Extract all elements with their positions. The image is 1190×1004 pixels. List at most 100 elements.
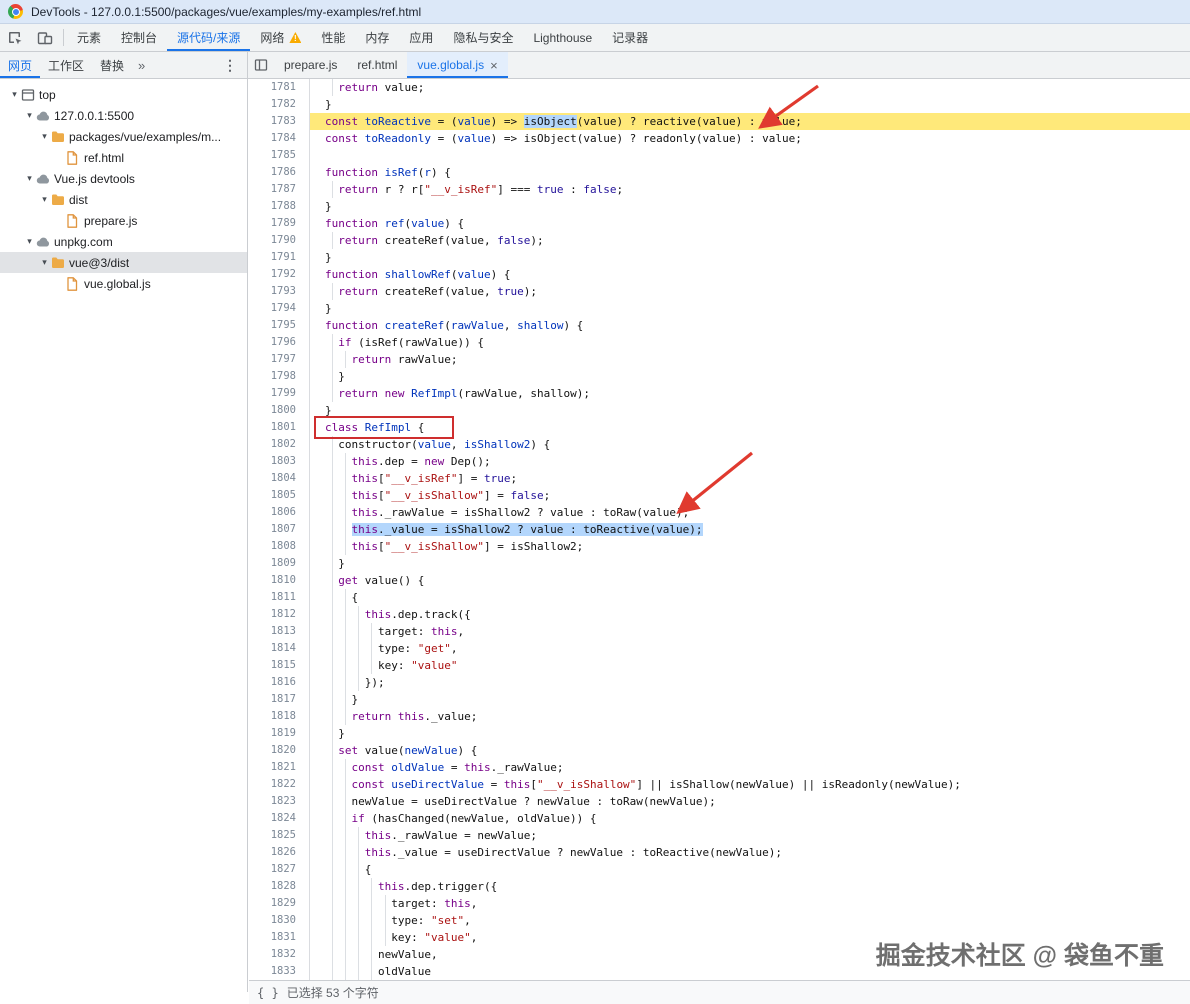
panel-tab-性能[interactable]: 性能 <box>311 24 355 51</box>
line-number[interactable]: 1783 <box>249 113 310 130</box>
code-editor[interactable]: 1781 return value; 1782} 1783 const toReact… <box>249 79 1190 980</box>
line-number[interactable]: 1781 <box>249 79 310 96</box>
code-line[interactable]: 1804 this["__v_isRef"] = true; <box>249 470 1190 487</box>
code-line[interactable]: 1783 const toReactive = (value) => isObje… <box>249 113 1190 130</box>
code-line[interactable]: 1826 this._value = useDirectValue ? newV… <box>249 844 1190 861</box>
line-number[interactable]: 1790 <box>249 232 310 249</box>
code-line[interactable]: 1829 target: this, <box>249 895 1190 912</box>
line-number[interactable]: 1798 <box>249 368 310 385</box>
code-line[interactable]: 1781 return value; <box>249 79 1190 96</box>
code-line[interactable]: 1825 this._rawValue = newValue; <box>249 827 1190 844</box>
code-line[interactable]: 1827 { <box>249 861 1190 878</box>
code-line[interactable]: 1785 <box>249 147 1190 164</box>
code-line[interactable]: 1823 newValue = useDirectValue ? newValu… <box>249 793 1190 810</box>
close-tab-icon[interactable]: × <box>490 59 498 72</box>
code-line[interactable]: 1816 }); <box>249 674 1190 691</box>
more-options-icon[interactable]: ⋮ <box>213 52 247 78</box>
file-tab-vue.global.js[interactable]: vue.global.js × <box>407 52 508 78</box>
code-line[interactable]: 1812 this.dep.track({ <box>249 606 1190 623</box>
expander-icon[interactable]: ▾ <box>8 89 21 100</box>
expander-icon[interactable]: ▾ <box>38 131 51 142</box>
code-line[interactable]: 1824 if (hasChanged(newValue, oldValue))… <box>249 810 1190 827</box>
code-line[interactable]: 1805 this["__v_isShallow"] = false; <box>249 487 1190 504</box>
code-line[interactable]: 1815 key: "value" <box>249 657 1190 674</box>
code-line[interactable]: 1790 return createRef(value, false); <box>249 232 1190 249</box>
line-number[interactable]: 1795 <box>249 317 310 334</box>
line-number[interactable]: 1788 <box>249 198 310 215</box>
line-number[interactable]: 1808 <box>249 538 310 555</box>
line-number[interactable]: 1818 <box>249 708 310 725</box>
sidebar-tab-替换[interactable]: 替换 <box>92 52 132 78</box>
line-number[interactable]: 1810 <box>249 572 310 589</box>
tree-item-top[interactable]: ▾ top <box>0 84 247 105</box>
expander-icon[interactable]: ▾ <box>38 194 51 205</box>
code-line[interactable]: 1787 return r ? r["__v_isRef"] === true … <box>249 181 1190 198</box>
line-number[interactable]: 1830 <box>249 912 310 929</box>
code-line[interactable]: 1831 key: "value", <box>249 929 1190 946</box>
code-line[interactable]: 1818 return this._value; <box>249 708 1190 725</box>
panel-tab-元素[interactable]: 元素 <box>67 24 111 51</box>
line-number[interactable]: 1824 <box>249 810 310 827</box>
panel-tab-应用[interactable]: 应用 <box>399 24 443 51</box>
code-line[interactable]: 1797 return rawValue; <box>249 351 1190 368</box>
code-line[interactable]: 1789 function ref(value) { <box>249 215 1190 232</box>
tree-item-Vue.js devtools[interactable]: ▾ Vue.js devtools <box>0 168 247 189</box>
line-number[interactable]: 1787 <box>249 181 310 198</box>
line-number[interactable]: 1785 <box>249 147 310 164</box>
line-number[interactable]: 1801 <box>249 419 310 436</box>
tree-item-vue.global.js[interactable]: vue.global.js <box>0 273 247 294</box>
toggle-navigator-button[interactable] <box>248 52 274 78</box>
line-number[interactable]: 1823 <box>249 793 310 810</box>
panel-tab-源代码/来源[interactable]: 源代码/来源 <box>167 24 250 51</box>
code-line[interactable]: 1822 const useDirectValue = this["__v_is… <box>249 776 1190 793</box>
line-number[interactable]: 1789 <box>249 215 310 232</box>
line-number[interactable]: 1803 <box>249 453 310 470</box>
panel-tab-隐私与安全[interactable]: 隐私与安全 <box>443 24 523 51</box>
code-line[interactable]: 1794} <box>249 300 1190 317</box>
code-line[interactable]: 1802 constructor(value, isShallow2) { <box>249 436 1190 453</box>
line-number[interactable]: 1799 <box>249 385 310 402</box>
line-number[interactable]: 1831 <box>249 929 310 946</box>
line-number[interactable]: 1825 <box>249 827 310 844</box>
expander-icon[interactable]: ▾ <box>23 110 36 121</box>
panel-tab-控制台[interactable]: 控制台 <box>111 24 167 51</box>
line-number[interactable]: 1827 <box>249 861 310 878</box>
code-line[interactable]: 1807 this._value = isShallow2 ? value : … <box>249 521 1190 538</box>
code-line[interactable]: 1798 } <box>249 368 1190 385</box>
code-line[interactable]: 1814 type: "get", <box>249 640 1190 657</box>
file-tab-ref.html[interactable]: ref.html <box>347 52 407 78</box>
tree-item-vue@3/dist[interactable]: ▾ vue@3/dist <box>0 252 247 273</box>
sidebar-tab-工作区[interactable]: 工作区 <box>40 52 92 78</box>
line-number[interactable]: 1797 <box>249 351 310 368</box>
code-line[interactable]: 1799 return new RefImpl(rawValue, shallo… <box>249 385 1190 402</box>
expander-icon[interactable]: ▾ <box>23 236 36 247</box>
line-number[interactable]: 1794 <box>249 300 310 317</box>
panel-tab-记录器[interactable]: 记录器 <box>602 24 658 51</box>
code-line[interactable]: 1809 } <box>249 555 1190 572</box>
line-number[interactable]: 1812 <box>249 606 310 623</box>
code-line[interactable]: 1828 this.dep.trigger({ <box>249 878 1190 895</box>
line-number[interactable]: 1807 <box>249 521 310 538</box>
tree-item-ref.html[interactable]: ref.html <box>0 147 247 168</box>
code-line[interactable]: 1806 this._rawValue = isShallow2 ? value… <box>249 504 1190 521</box>
tab-overflow-chevron[interactable]: » <box>132 52 151 78</box>
code-line[interactable]: 1833 oldValue <box>249 963 1190 980</box>
line-number[interactable]: 1782 <box>249 96 310 113</box>
code-line[interactable]: 1788} <box>249 198 1190 215</box>
inspect-element-button[interactable] <box>0 24 30 51</box>
line-number[interactable]: 1786 <box>249 164 310 181</box>
line-number[interactable]: 1805 <box>249 487 310 504</box>
code-line[interactable]: 1801 class RefImpl { <box>249 419 1190 436</box>
code-line[interactable]: 1786 function isRef(r) { <box>249 164 1190 181</box>
line-number[interactable]: 1815 <box>249 657 310 674</box>
code-line[interactable]: 1796 if (isRef(rawValue)) { <box>249 334 1190 351</box>
code-line[interactable]: 1791} <box>249 249 1190 266</box>
line-number[interactable]: 1800 <box>249 402 310 419</box>
code-line[interactable]: 1817 } <box>249 691 1190 708</box>
line-number[interactable]: 1828 <box>249 878 310 895</box>
line-number[interactable]: 1826 <box>249 844 310 861</box>
line-number[interactable]: 1817 <box>249 691 310 708</box>
code-line[interactable]: 1810 get value() { <box>249 572 1190 589</box>
code-line[interactable]: 1782} <box>249 96 1190 113</box>
panel-tab-网络[interactable]: 网络! <box>250 24 311 51</box>
